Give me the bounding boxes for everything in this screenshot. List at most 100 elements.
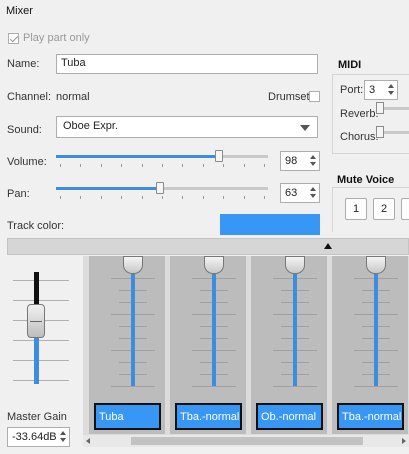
chevron-up-icon[interactable] [310, 155, 316, 159]
strips-horizontal-scrollbar[interactable] [83, 435, 409, 447]
slider-tick [142, 196, 143, 199]
sound-dropdown[interactable]: Oboe Expr. [56, 116, 318, 138]
pan-value: 63 [285, 187, 298, 199]
strip-fader-knob[interactable] [366, 256, 386, 274]
slider-tick [80, 164, 81, 167]
slider-tick [182, 196, 183, 199]
strip-fader-groove [293, 266, 297, 386]
strip-fader-groove [374, 266, 378, 386]
sound-label: Sound: [7, 124, 42, 136]
channel-label: Channel: [7, 91, 52, 103]
strip-name-label[interactable]: Tba.-normal [175, 403, 242, 430]
pan-slider-thumb[interactable] [156, 182, 164, 194]
channel-strip[interactable]: Tba.-normal [170, 256, 246, 434]
scrollbar-thumb[interactable] [131, 437, 363, 445]
channel-strip[interactable]: Tuba [89, 256, 165, 434]
reverb-slider-track [380, 107, 409, 110]
midi-title: MIDI [338, 59, 362, 71]
master-fader-tick [13, 280, 69, 281]
strip-fader-knob[interactable] [204, 256, 224, 274]
pan-spin-buttons[interactable] [308, 185, 318, 201]
channel-value: normal [56, 91, 90, 103]
fader-tick [192, 386, 236, 387]
chorus-slider-track [380, 131, 409, 134]
drumset-label: Drumset [268, 91, 310, 103]
slider-tick [121, 196, 122, 199]
mute-voice-title: Mute Voice [337, 174, 395, 186]
volume-slider[interactable] [56, 150, 268, 167]
master-fader-tick [13, 360, 69, 361]
volume-value: 98 [285, 155, 298, 167]
master-fader-tick [13, 300, 69, 301]
strip-name-label[interactable]: Tuba [94, 403, 161, 430]
volume-spinbox[interactable]: 98 [280, 151, 320, 171]
channel-strip[interactable]: Ob.-normal [251, 256, 327, 434]
slider-tick [223, 164, 224, 167]
port-spin-buttons[interactable] [386, 82, 396, 98]
reverb-slider-thumb[interactable] [376, 102, 384, 114]
pan-slider[interactable] [56, 182, 268, 199]
slider-tick [101, 196, 102, 199]
mute-voice-1-button[interactable]: 1 [345, 198, 367, 220]
port-label: Port: [340, 84, 364, 96]
sound-dropdown-value: Oboe Expr. [63, 120, 119, 132]
chevron-up-icon[interactable] [388, 84, 394, 88]
slider-tick [162, 164, 163, 167]
strip-fader-groove [131, 266, 135, 386]
fader-tick [273, 386, 317, 387]
window-title: Mixer [6, 5, 33, 17]
strip-name-label[interactable]: Tba.-normal [337, 403, 404, 430]
channel-strip[interactable]: Tba.-normal [332, 256, 408, 434]
channel-strips-area: Tuba Tba.-normal Ob.-normal Tba.-normal [83, 256, 409, 445]
chevron-up-icon[interactable] [60, 431, 66, 435]
master-gain-spinbox[interactable]: -33.64dB [7, 427, 70, 447]
pan-spinbox[interactable]: 63 [280, 183, 320, 203]
chevron-down-icon[interactable] [60, 438, 66, 442]
slider-tick [264, 164, 265, 167]
slider-tick [101, 164, 102, 167]
strip-fader-knob[interactable] [285, 256, 305, 274]
volume-slider-thumb[interactable] [215, 150, 223, 162]
strip-fader-knob[interactable] [123, 256, 143, 274]
pan-slider-ticks [56, 196, 268, 200]
track-color-swatch[interactable] [220, 214, 320, 235]
name-label: Name: [7, 58, 40, 70]
drumset-checkbox[interactable] [309, 91, 320, 102]
slider-tick [203, 196, 204, 199]
slider-tick [244, 164, 245, 167]
mute-voice-3-button[interactable] [401, 198, 409, 220]
chevron-up-icon[interactable] [310, 187, 316, 191]
slider-tick [244, 196, 245, 199]
chevron-down-icon[interactable] [388, 91, 394, 95]
pan-slider-fill [56, 187, 160, 190]
slider-tick [142, 164, 143, 167]
chorus-label: Chorus: [340, 131, 379, 143]
chevron-down-icon[interactable] [310, 162, 316, 166]
strip-name-label[interactable]: Ob.-normal [256, 403, 323, 430]
slider-tick [60, 196, 61, 199]
master-gain-spin-buttons[interactable] [58, 429, 68, 445]
slider-tick [80, 196, 81, 199]
slider-tick [223, 196, 224, 199]
play-part-only-checkbox[interactable]: Play part only [8, 32, 90, 44]
reverb-label: Reverb: [340, 108, 379, 120]
fader-tick [111, 386, 155, 387]
scroll-left-icon[interactable] [86, 438, 90, 444]
mute-voice-2-button[interactable]: 2 [373, 198, 395, 220]
master-fader-knob[interactable] [27, 304, 45, 338]
name-field[interactable]: Tuba [56, 54, 318, 74]
panel-splitter[interactable] [7, 238, 409, 255]
master-fader-tick [13, 340, 69, 341]
play-part-only-label: Play part only [23, 32, 90, 44]
slider-tick [264, 196, 265, 199]
chorus-slider-thumb[interactable] [376, 126, 384, 138]
strip-fader-groove [212, 266, 216, 386]
master-gain-fader[interactable] [7, 262, 70, 386]
chevron-down-icon[interactable] [310, 194, 316, 198]
collapse-up-icon[interactable] [324, 243, 332, 249]
play-part-only-check-icon[interactable] [8, 32, 19, 44]
volume-spin-buttons[interactable] [308, 153, 318, 169]
scroll-right-icon[interactable] [402, 438, 406, 444]
port-spinbox[interactable]: 3 [364, 80, 398, 100]
chevron-down-icon [300, 125, 310, 131]
